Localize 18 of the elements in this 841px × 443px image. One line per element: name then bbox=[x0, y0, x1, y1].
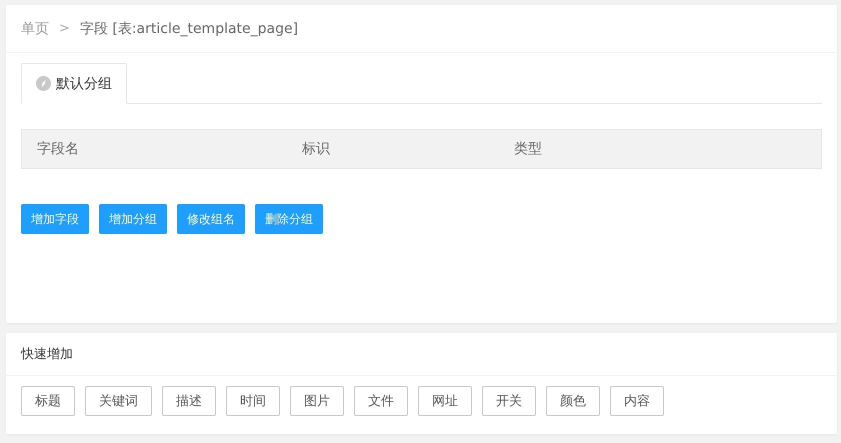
section-title: 快速增加 bbox=[21, 346, 73, 363]
column-header: 类型 bbox=[513, 140, 542, 158]
quick-add-button[interactable]: 内容 bbox=[610, 386, 664, 416]
quick-add-button[interactable]: 开关 bbox=[482, 386, 536, 416]
column-header: 字段名 bbox=[36, 140, 80, 158]
quick-add-button[interactable]: 关键词 bbox=[85, 386, 152, 416]
breadcrumb-link[interactable]: 字段 [表:article_template_page] bbox=[80, 20, 298, 38]
breadcrumb-separator: > bbox=[59, 21, 70, 36]
tab[interactable]: 默认分组 bbox=[21, 63, 127, 104]
quick-add-button[interactable]: 颜色 bbox=[546, 386, 600, 416]
quick-add-button[interactable]: 网址 bbox=[418, 386, 472, 416]
quick-add-button[interactable]: 时间 bbox=[226, 386, 280, 416]
quick-add-button[interactable]: 标题 bbox=[21, 386, 75, 416]
quick-add-button[interactable]: 图片 bbox=[290, 386, 344, 416]
quick-add-button[interactable]: 描述 bbox=[162, 386, 216, 416]
column-header: 标识 bbox=[301, 140, 331, 158]
quick-add-button[interactable]: 文件 bbox=[354, 386, 408, 416]
compass-icon bbox=[36, 76, 51, 91]
